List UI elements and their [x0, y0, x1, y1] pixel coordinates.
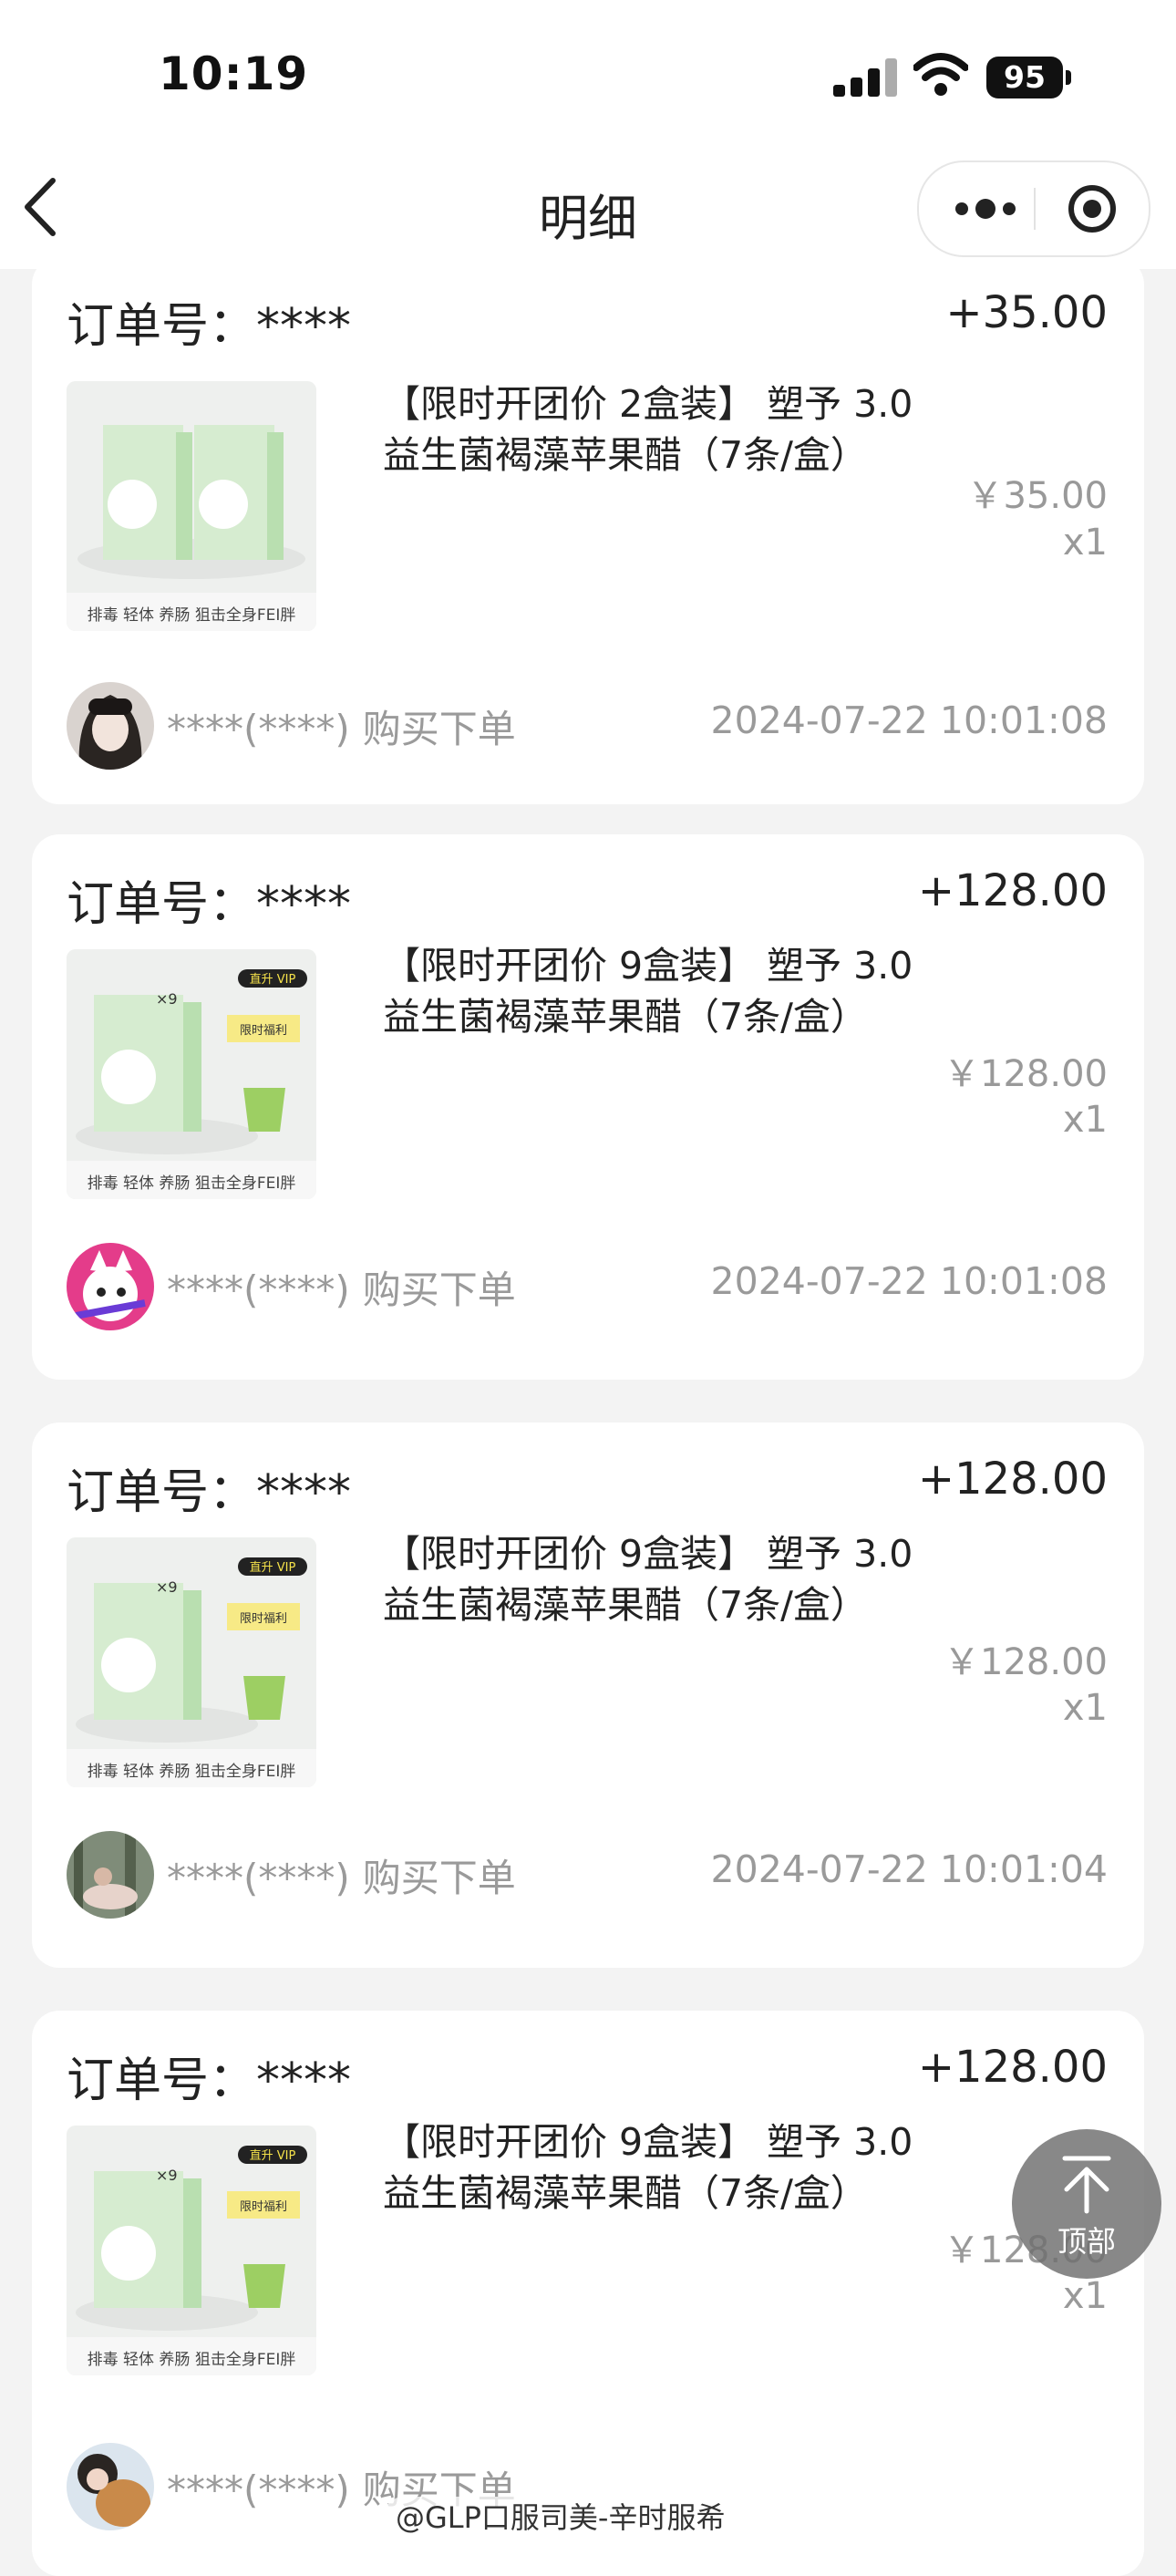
thumb-caption: 排毒 轻体 养肠 狙击全身FEI胖 [88, 606, 296, 625]
order-date: 2024-07-22 10:01:08 [710, 1259, 1108, 1303]
order-date: 2024-07-22 10:01:08 [710, 698, 1108, 742]
battery-icon: 95 [986, 57, 1072, 98]
more-options-button[interactable] [946, 162, 1028, 255]
unit-price: ￥128.00 [944, 1641, 1108, 1683]
thumb-tag: 限时福利 [240, 1612, 287, 1626]
avatar[interactable] [67, 2443, 154, 2530]
product-image-icon: 排毒 轻体 养肠 狙击全身FEI胖 [67, 381, 316, 631]
buyer-info: ****(****) 购买下单 [167, 1259, 516, 1315]
thumb-count: ×9 [156, 990, 178, 1008]
buyer-action: 购买下单 [362, 707, 516, 751]
top-bar: 10:19 95 明细 [0, 0, 1176, 269]
thumb-badge: 直升 VIP [250, 1561, 296, 1575]
order-card[interactable]: 订单号：**** +128.00 ×9 直升 VIP 限时福利 排毒 轻体 养肠… [32, 2011, 1144, 2576]
buyer-action: 购买下单 [362, 1267, 516, 1312]
order-card[interactable]: 订单号：**** +128.00 ×9 直升 VIP 限时福利 排毒 轻体 养肠… [32, 1422, 1144, 1968]
thumb-caption: 排毒 轻体 养肠 狙击全身FEI胖 [88, 2351, 296, 2369]
avatar[interactable] [67, 1831, 154, 1919]
quantity: x1 [1062, 1687, 1108, 1729]
product-name: 【限时开团价 9盒装】 塑予 3.0益生菌褐藻苹果醋（7条/盒） [383, 2120, 913, 2215]
thumb-tag: 限时福利 [240, 1024, 287, 1038]
back-to-top-button[interactable]: 顶部 [1012, 2129, 1161, 2279]
product-image-icon: ×9 直升 VIP 限时福利 排毒 轻体 养肠 狙击全身FEI胖 [67, 949, 316, 1199]
avatar[interactable] [67, 682, 154, 770]
thumb-badge: 直升 VIP [250, 2149, 296, 2163]
order-amount: +128.00 [917, 1454, 1108, 1505]
close-target-icon[interactable] [1056, 162, 1129, 255]
product-thumbnail[interactable]: ×9 直升 VIP 限时福利 排毒 轻体 养肠 狙击全身FEI胖 [67, 1537, 316, 1787]
order-number: 订单号：**** [67, 877, 352, 932]
thumb-badge: 直升 VIP [250, 973, 296, 987]
product-name: 【限时开团价 9盒装】 塑予 3.0益生菌褐藻苹果醋（7条/盒） [383, 1532, 913, 1627]
order-amount: +128.00 [917, 865, 1108, 916]
product-thumbnail[interactable]: ×9 直升 VIP 限时福利 排毒 轻体 养肠 狙击全身FEI胖 [67, 949, 316, 1199]
wifi-icon [913, 53, 968, 96]
order-number: 订单号：**** [67, 1465, 352, 1520]
buyer-name: ****(****) [167, 1267, 350, 1312]
order-number: 订单号：**** [67, 2054, 352, 2108]
order-date: 2024-07-22 10:01:04 [710, 1847, 1108, 1891]
quantity: x1 [1062, 2275, 1108, 2317]
thumb-caption: 排毒 轻体 养肠 狙击全身FEI胖 [88, 1763, 296, 1781]
thumb-count: ×9 [156, 1578, 178, 1596]
watermark: @GLP口服司美-辛时服希 [383, 2497, 738, 2539]
product-name: 【限时开团价 2盒装】 塑予 3.0益生菌褐藻苹果醋（7条/盒） [383, 382, 913, 477]
buyer-name: ****(****) [167, 1856, 350, 1900]
order-number: 订单号：**** [67, 299, 352, 354]
buyer-name: ****(****) [167, 707, 350, 751]
mini-program-capsule [917, 160, 1150, 257]
product-image-icon: ×9 直升 VIP 限时福利 排毒 轻体 养肠 狙击全身FEI胖 [67, 2126, 316, 2375]
order-card[interactable]: 订单号：**** +128.00 ×9 直升 VIP 限时福利 排毒 轻体 养肠… [32, 834, 1144, 1380]
status-time: 10:19 [159, 47, 309, 100]
product-thumbnail[interactable]: 排毒 轻体 养肠 狙击全身FEI胖 [67, 381, 316, 631]
avatar[interactable] [67, 1243, 154, 1330]
thumb-tag: 限时福利 [240, 2200, 287, 2214]
quantity: x1 [1062, 522, 1108, 564]
buyer-avatar-icon [67, 2443, 154, 2530]
product-name: 【限时开团价 9盒装】 塑予 3.0益生菌褐藻苹果醋（7条/盒） [383, 944, 913, 1039]
buyer-info: ****(****) 购买下单 [167, 1847, 516, 1903]
buyer-avatar-icon [67, 1831, 154, 1919]
buyer-avatar-icon [67, 1243, 154, 1330]
cellular-signal-icon [833, 58, 897, 97]
back-to-top-label: 顶部 [1057, 2224, 1116, 2259]
thumb-caption: 排毒 轻体 养肠 狙击全身FEI胖 [88, 1174, 296, 1193]
buyer-name: ****(****) [167, 2467, 350, 2512]
thumb-count: ×9 [156, 2167, 178, 2184]
order-amount: +35.00 [945, 287, 1108, 338]
buyer-info: ****(****) 购买下单 [167, 698, 516, 754]
order-amount: +128.00 [917, 2042, 1108, 2093]
battery-level: 95 [986, 57, 1063, 98]
buyer-avatar-icon [67, 682, 154, 770]
product-image-icon: ×9 直升 VIP 限时福利 排毒 轻体 养肠 狙击全身FEI胖 [67, 1537, 316, 1787]
quantity: x1 [1062, 1099, 1108, 1141]
unit-price: ￥35.00 [966, 475, 1108, 517]
product-thumbnail[interactable]: ×9 直升 VIP 限时福利 排毒 轻体 养肠 狙击全身FEI胖 [67, 2126, 316, 2375]
buyer-action: 购买下单 [362, 1856, 516, 1900]
order-card[interactable]: 订单号：**** +35.00 排毒 轻体 养肠 狙击全身FEI胖 【限时开团价… [32, 257, 1144, 804]
unit-price: ￥128.00 [944, 1053, 1108, 1095]
